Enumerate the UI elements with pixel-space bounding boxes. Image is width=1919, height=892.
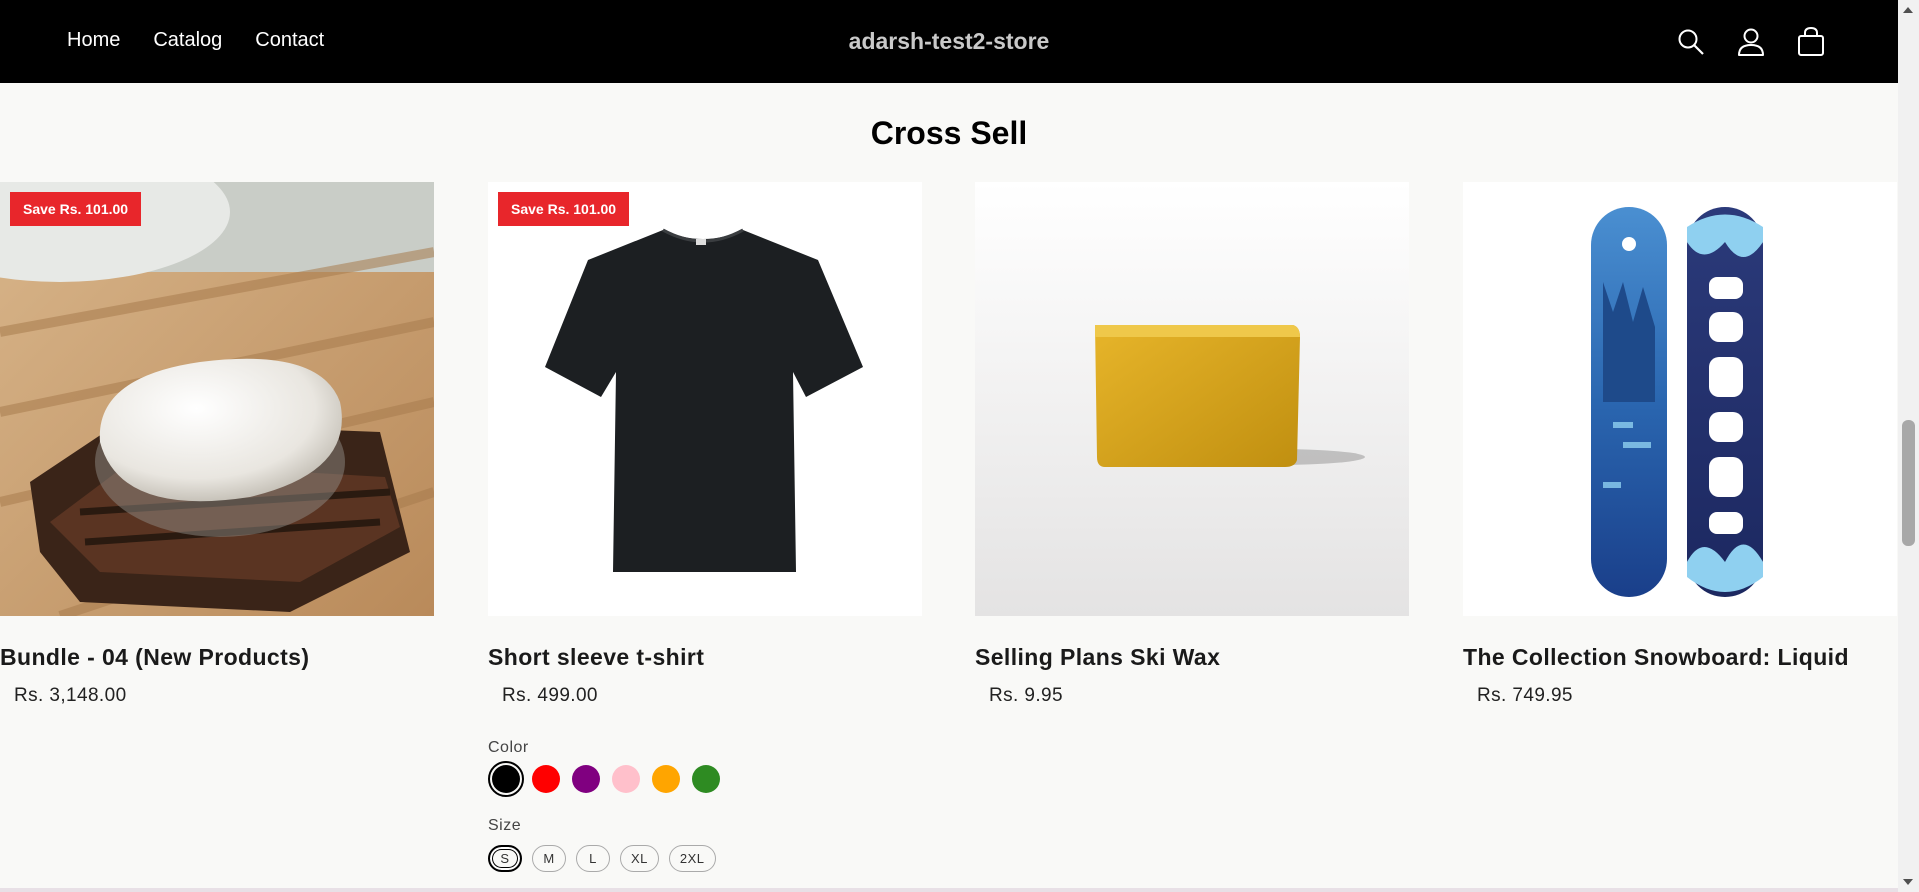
size-option-xl[interactable]: XL (620, 845, 659, 872)
header-icons (1673, 24, 1829, 60)
size-option-2xl[interactable]: 2XL (668, 845, 716, 872)
color-label: Color (488, 739, 529, 756)
product-image-tshirt[interactable]: Save Rs. 101.00 (488, 182, 922, 616)
product-title[interactable]: The Collection Snowboard: Liquid (1463, 644, 1898, 671)
section-title: Cross Sell (870, 115, 1028, 151)
product-price: Rs. 3,148.00 (14, 685, 127, 706)
color-swatch-red[interactable] (532, 765, 560, 793)
product-price: Rs. 9.95 (989, 685, 1063, 706)
vertical-scrollbar[interactable] (1898, 0, 1919, 892)
product-image-soap[interactable]: Save Rs. 101.00 (0, 182, 434, 616)
size-pills: S M L XL 2XL (488, 845, 922, 872)
size-option-l[interactable]: L (576, 845, 610, 872)
size-option: Size S M L XL 2XL (488, 817, 922, 872)
color-swatch-green[interactable] (692, 765, 720, 793)
color-option: Color (488, 739, 922, 797)
product-title[interactable]: Bundle - 04 (New Products) (0, 644, 434, 671)
product-card[interactable]: Selling Plans Ski Wax Rs. 9.95 (975, 182, 1409, 707)
scroll-down-arrow-icon[interactable] (1903, 879, 1913, 885)
product-title[interactable]: Selling Plans Ski Wax (975, 644, 1409, 671)
size-label: Size (488, 817, 522, 834)
product-card[interactable]: Save Rs. 101.00 Short sleeve t-shirt Rs.… (488, 182, 922, 872)
product-title[interactable]: Short sleeve t-shirt (488, 644, 922, 671)
color-swatch-black[interactable] (488, 761, 524, 797)
page-bottom-edge (0, 888, 1898, 892)
product-card[interactable]: The Collection Snowboard: Liquid Rs. 749… (1463, 182, 1898, 707)
scrollbar-thumb[interactable] (1902, 420, 1915, 546)
site-header: Home Catalog Contact adarsh-test2-store (0, 0, 1898, 83)
scroll-up-arrow-icon[interactable] (1903, 7, 1913, 13)
product-image-snowboard[interactable] (1463, 182, 1897, 616)
search-icon[interactable] (1673, 24, 1709, 60)
store-name[interactable]: adarsh-test2-store (0, 28, 1898, 55)
color-swatch-orange[interactable] (652, 765, 680, 793)
color-swatch-purple[interactable] (572, 765, 600, 793)
product-image-ski-wax[interactable] (975, 182, 1409, 616)
product-price: Rs. 499.00 (502, 685, 598, 706)
product-price: Rs. 749.95 (1477, 685, 1573, 706)
account-icon[interactable] (1733, 24, 1769, 60)
product-card[interactable]: Save Rs. 101.00 Bundle - 04 (New Product… (0, 182, 434, 707)
sale-badge: Save Rs. 101.00 (498, 192, 630, 226)
size-option-m[interactable]: M (532, 845, 566, 872)
sale-badge: Save Rs. 101.00 (10, 192, 142, 226)
color-swatch-pink[interactable] (612, 765, 640, 793)
size-option-s[interactable]: S (488, 845, 522, 872)
color-swatches (488, 761, 922, 797)
cart-icon[interactable] (1793, 24, 1829, 60)
